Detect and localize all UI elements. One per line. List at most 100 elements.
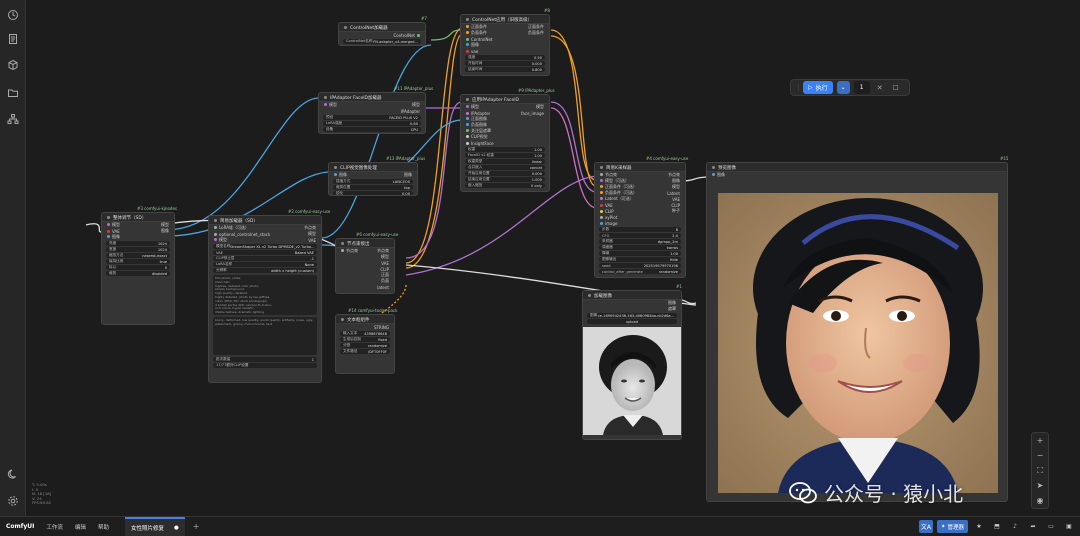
node-load-image[interactable]: 加载图像 图像 遮罩 图像 ce-1690942436-163-4080984ba… xyxy=(582,290,682,440)
node-controlnet-apply[interactable]: ControlNet应用（旧版高级） 正面条件 正面条件 负面条件 负面条件 Con… xyxy=(460,14,550,76)
batch-count-input[interactable]: 1 xyxy=(853,81,870,94)
fit-view-icon[interactable]: ⛶ xyxy=(1032,463,1048,478)
crop-widget[interactable]: 裁剪 disabled xyxy=(106,271,170,276)
history-icon[interactable] xyxy=(4,6,22,24)
ear-icon[interactable]: ♪ xyxy=(1008,520,1022,533)
zoom-out-icon[interactable]: − xyxy=(1032,448,1048,463)
node-tag: #8 xyxy=(544,8,550,13)
split-widget[interactable]: 分割 randomize xyxy=(340,343,390,348)
menu-workflow[interactable]: 工作流 xyxy=(40,523,69,531)
node-ipadapter-loader[interactable]: IPAdapter FaceID加载器 模型 模型 IPAdapter 预设 FAC… xyxy=(318,92,426,134)
moon-icon[interactable] xyxy=(4,465,22,483)
lora-strength-widget[interactable]: LoRA强度 0.60 xyxy=(323,121,421,126)
pointer-icon[interactable]: ➤ xyxy=(1032,478,1048,493)
star-icon[interactable]: ★ xyxy=(972,520,986,533)
provider-widget[interactable]: 设备 CPU xyxy=(323,127,421,132)
checkpoint-widget[interactable]: 模型名称 DreamShaper XL v2 Turbo DPMSDE_v2 Tu… xyxy=(213,244,317,249)
controlnet-name-widget[interactable]: ControlNet名称 FN.adapter_v4-merged... xyxy=(343,39,421,44)
node-image-resize[interactable]: 整体调节（SD） 模型 模型 VAE 图像 图像 亮度 1024 宽度 1024 缩放方… xyxy=(101,212,175,325)
steps-widget[interactable]: 步数 8 xyxy=(599,227,681,232)
embeds-scaling-widget[interactable]: 嵌入缩放 V only xyxy=(465,183,545,188)
puzzle-icon: ✦ xyxy=(940,523,946,530)
graph-canvas[interactable]: ControlNet加载器 ControlNet ControlNet名称 FN.… xyxy=(26,0,1080,516)
upscale-method-widget[interactable]: 缩放方法 nearest-exact xyxy=(106,253,170,258)
weight-widget[interactable]: 权重 1.00 xyxy=(465,147,545,152)
node-ksampler[interactable]: 简易K采样器 节点束 节点束 模型（可选） 图像 正面条件（可选） 模型 负面条件（可… xyxy=(594,162,686,278)
end-percent-widget[interactable]: 结束时间 0.800 xyxy=(465,67,545,72)
node-tag: #14 comfyui-tooler-pack xyxy=(348,308,398,313)
queue-icon[interactable]: ⬒ xyxy=(990,520,1004,533)
settings-icon[interactable] xyxy=(4,492,22,510)
preset-widget[interactable]: 预设 FACEID PLUS V2 xyxy=(323,115,421,120)
strength-widget[interactable]: 强度 0.50 xyxy=(465,55,545,60)
seed-widget[interactable]: seed 202519579970196 xyxy=(599,263,681,268)
node-easy-loader[interactable]: 简易加载器（SD） LoRA堆（可选） 节点束 optional_controln… xyxy=(208,215,322,383)
start-percent-widget[interactable]: 开始时间 0.000 xyxy=(465,61,545,66)
divisible-by-widget[interactable]: 除以 0 xyxy=(106,265,170,270)
start-at-widget[interactable]: 开始应用位置 0.000 xyxy=(465,171,545,176)
tab-workflow[interactable]: 女性照片修复 ● xyxy=(124,516,185,536)
close-icon[interactable]: ✕ xyxy=(874,84,886,92)
zoom-in-icon[interactable]: + xyxy=(1032,433,1048,448)
node-text-box[interactable]: 文本框组件 STRING 输入文本 4398678646 生成后控制 fixed 分… xyxy=(335,314,395,374)
file-path-widget[interactable]: 文件路径/DFT0FF0F xyxy=(340,349,390,354)
vae-widget[interactable]: VAE Baked VAE xyxy=(213,250,317,255)
clip-skip-widget[interactable]: CLIP停止层 -1 xyxy=(213,256,317,261)
denoise-widget[interactable]: 降噪 1.00 xyxy=(599,251,681,256)
drag-handle-icon[interactable]: ⋮ xyxy=(795,84,802,92)
weight-type-widget[interactable]: 权重类型 linear xyxy=(465,159,545,164)
resolution-widget[interactable]: 分辨率 width x height (custom) xyxy=(213,268,317,273)
upload-button[interactable]: upload xyxy=(587,319,677,324)
input-photo-thumbnail xyxy=(583,327,681,435)
width-widget[interactable]: 宽度 1024 xyxy=(106,247,170,252)
end-at-widget[interactable]: 结束应用位置 1.000 xyxy=(465,177,545,182)
cube-icon[interactable] xyxy=(4,56,22,74)
stop-icon[interactable]: ☐ xyxy=(890,84,902,92)
node-title: 文本框组件 xyxy=(347,318,370,323)
node-ipadapter-apply[interactable]: 应用IPAdapter FaceID 模型 模型 IPAdapter face_im… xyxy=(460,94,550,192)
menu-help[interactable]: 帮助 xyxy=(92,523,115,531)
input-text-widget[interactable]: 输入文本 4398678646 xyxy=(340,331,390,336)
scheduler-widget[interactable]: 调度器 karras xyxy=(599,245,681,250)
negative-prompt-input[interactable]: blurry, deformed, low quality, worst qua… xyxy=(213,317,317,355)
control-after-generate-widget[interactable]: control_after_generate randomize xyxy=(599,269,681,274)
batch-size-widget[interactable]: 批次数量 1 xyxy=(213,357,317,362)
eye-icon[interactable]: ◉ xyxy=(1032,493,1048,508)
node-pipe-out[interactable]: 节点束接出 节点束 节点束 模型 VAE CLIP 正面 负面 latent xyxy=(335,238,395,294)
menu-edit[interactable]: 编辑 xyxy=(69,523,92,531)
layout-icon[interactable]: ▣ xyxy=(1062,520,1076,533)
cfg-widget[interactable]: CFG 2.0 xyxy=(599,233,681,238)
image-select-widget[interactable]: 图像 ce-1690942436-163-4080984ba-cb2d6a... xyxy=(587,313,677,318)
manager-button[interactable]: ✦ 管理器 xyxy=(936,520,968,533)
folder-icon[interactable] xyxy=(4,84,22,102)
node-tag: #15 xyxy=(1000,156,1009,161)
crop-position-widget[interactable]: 裁剪位置 top xyxy=(333,185,413,190)
interpolation-widget[interactable]: 插值方式 LANCZOS xyxy=(333,179,413,184)
translate-icon[interactable]: 文A xyxy=(918,520,933,533)
image-output-widget[interactable]: 图像输出 Hide xyxy=(599,257,681,262)
node-tag: #6 comfyui-easy-use xyxy=(356,232,399,237)
sitemap-icon[interactable] xyxy=(4,110,22,128)
extra-clip-settings[interactable]: 17/77额外CLIP设置 xyxy=(213,363,317,368)
sampler-name-widget[interactable]: 采样器 dpmpp_2m xyxy=(599,239,681,244)
node-controlnet-loader[interactable]: ControlNet加载器 ControlNet ControlNet名称 FN.… xyxy=(338,22,426,46)
panel-icon[interactable]: ▭ xyxy=(1044,520,1058,533)
chevron-down-icon[interactable]: ⌄ xyxy=(836,81,850,94)
add-tab-button[interactable]: + xyxy=(193,522,200,531)
node-title: ControlNet应用（旧版高级） xyxy=(472,18,533,23)
document-icon[interactable] xyxy=(4,30,22,48)
keep-proportion-widget[interactable]: 保持比例 true xyxy=(106,259,170,264)
combine-embeds-widget[interactable]: 合并嵌入 concat xyxy=(465,165,545,170)
lora-name-widget[interactable]: LoRA名称 None xyxy=(213,262,317,267)
comfyui-app: ControlNet加载器 ControlNet ControlNet名称 FN.… xyxy=(0,0,1080,536)
node-clip-vision[interactable]: CLIP视觉图像处理 图像 图像 插值方式 LANCZOS 裁剪位置 top 锐化 0.… xyxy=(328,162,418,196)
control-after-generate-widget[interactable]: 生成后控制 fixed xyxy=(340,337,390,342)
sharpening-widget[interactable]: 锐化 0.00 xyxy=(333,191,413,195)
run-button[interactable]: ▷ 执行 xyxy=(803,81,833,94)
node-preview-image[interactable]: 预览图像 图像 xyxy=(706,162,1008,502)
height-widget[interactable]: 亮度 1024 xyxy=(106,241,170,246)
share-icon[interactable]: ➦ xyxy=(1026,520,1040,533)
positive-prompt-input[interactable]: film photo, smile, short hair, highres, … xyxy=(213,275,317,315)
faceid-weight-widget[interactable]: FaceID v2 权重 1.00 xyxy=(465,153,545,158)
unsaved-dot-icon[interactable]: ● xyxy=(174,525,179,531)
